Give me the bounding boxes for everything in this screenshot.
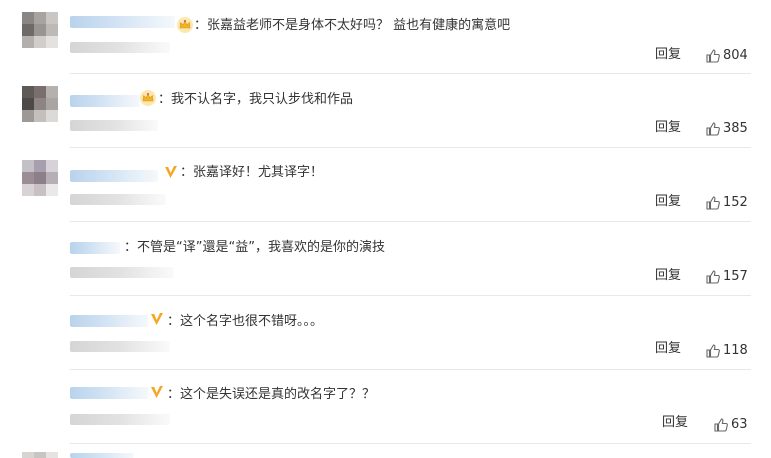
reply-button[interactable]: 回复 bbox=[655, 119, 681, 137]
like-button[interactable]: 804 bbox=[705, 47, 748, 65]
comment-text: ：这个是失误还是真的改名字了？？ bbox=[167, 387, 376, 402]
thumbs-up-icon bbox=[706, 122, 720, 136]
username-blurred[interactable] bbox=[70, 315, 148, 327]
like-count: 804 bbox=[723, 48, 748, 63]
meta-blurred bbox=[70, 341, 170, 352]
comment-item: ：我不认名字，我只认步伐和作品 回复 385 bbox=[0, 74, 771, 148]
comment-item: ：这个名字也很不错呀。。。 回复 118 bbox=[0, 296, 771, 370]
comment-text: ：张嘉益老师不是身体不太好吗？ 益也有健康的寓意吧 bbox=[194, 18, 511, 33]
crown-icon bbox=[139, 89, 157, 107]
meta-blurred bbox=[70, 194, 166, 205]
comment-item: ：这个是失误还是真的改名字了？？ 回复 63 bbox=[0, 370, 771, 444]
comment-text: ：我不认名字，我只认步伐和作品 bbox=[158, 92, 354, 107]
thumbs-up-icon bbox=[714, 418, 728, 432]
thumbs-up-icon bbox=[706, 49, 720, 63]
comment-text: ：张嘉译好！尤其译字！ bbox=[180, 165, 324, 180]
like-count: 157 bbox=[723, 269, 748, 284]
thumbs-up-icon bbox=[706, 344, 720, 358]
avatar[interactable] bbox=[22, 86, 58, 122]
avatar[interactable] bbox=[22, 452, 58, 458]
like-count: 63 bbox=[731, 417, 748, 432]
like-count: 152 bbox=[723, 195, 748, 210]
username-blurred[interactable] bbox=[70, 387, 148, 399]
username-blurred[interactable] bbox=[70, 170, 158, 182]
username-blurred[interactable] bbox=[70, 453, 134, 458]
reply-button[interactable]: 回复 bbox=[655, 267, 681, 285]
like-count: 385 bbox=[723, 121, 748, 136]
comment-item: ：张嘉译好！尤其译字！ 回复 152 bbox=[0, 148, 771, 222]
reply-button[interactable]: 回复 bbox=[662, 414, 688, 432]
username-blurred[interactable] bbox=[70, 242, 120, 254]
like-button[interactable]: 152 bbox=[705, 194, 748, 212]
v-icon bbox=[148, 383, 166, 401]
meta-blurred bbox=[70, 42, 170, 53]
like-count: 118 bbox=[723, 343, 748, 358]
avatar[interactable] bbox=[22, 12, 58, 48]
reply-button[interactable]: 回复 bbox=[655, 340, 681, 358]
like-button[interactable]: 385 bbox=[705, 120, 748, 138]
like-button[interactable]: 157 bbox=[705, 268, 748, 286]
avatar[interactable] bbox=[22, 160, 58, 196]
comment-item-partial bbox=[0, 444, 771, 458]
meta-blurred bbox=[70, 120, 158, 131]
thumbs-up-icon bbox=[706, 196, 720, 210]
reply-button[interactable]: 回复 bbox=[655, 193, 681, 211]
meta-blurred bbox=[70, 267, 174, 278]
meta-blurred bbox=[70, 414, 170, 425]
reply-button[interactable]: 回复 bbox=[655, 46, 681, 64]
username-blurred[interactable] bbox=[70, 16, 175, 28]
comment-text: ：这个名字也很不错呀。。。 bbox=[167, 314, 324, 329]
comment-text: ：不管是“译”還是“益”，我喜欢的是你的演技 bbox=[124, 240, 385, 255]
like-button[interactable]: 118 bbox=[705, 342, 748, 360]
v-icon bbox=[162, 163, 180, 181]
crown-icon bbox=[176, 16, 194, 34]
username-blurred[interactable] bbox=[70, 95, 140, 107]
comment-item: ：不管是“译”還是“益”，我喜欢的是你的演技 回复 157 bbox=[0, 222, 771, 296]
comment-item: ：张嘉益老师不是身体不太好吗？ 益也有健康的寓意吧 回复 804 bbox=[0, 0, 771, 74]
v-icon bbox=[148, 310, 166, 328]
like-button[interactable]: 63 bbox=[713, 416, 748, 434]
thumbs-up-icon bbox=[706, 270, 720, 284]
